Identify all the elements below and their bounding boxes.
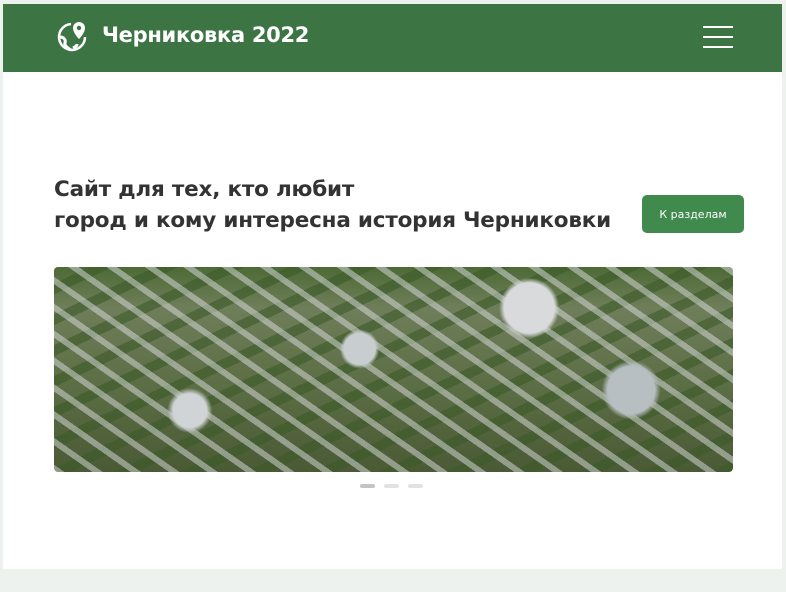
- hero-title-line-1: Сайт для тех, кто любит: [54, 177, 355, 202]
- hero-title: Сайт для тех, кто любит город и кому инт…: [54, 174, 611, 236]
- carousel-image[interactable]: [54, 267, 733, 472]
- page: Черниковка 2022 Сайт для тех, кто любит …: [3, 4, 782, 569]
- carousel-dot-3[interactable]: [408, 484, 423, 488]
- hero-title-line-2: город и кому интересна история Черниковк…: [54, 208, 612, 233]
- carousel-dots: [360, 484, 423, 488]
- carousel-dot-2[interactable]: [384, 484, 399, 488]
- site-title[interactable]: Черниковка 2022: [102, 23, 309, 47]
- hamburger-icon[interactable]: [703, 26, 733, 50]
- carousel-dot-1[interactable]: [360, 484, 375, 488]
- site-header: Черниковка 2022: [3, 4, 782, 72]
- globe-pin-icon[interactable]: [55, 20, 91, 56]
- sections-button[interactable]: К разделам: [642, 195, 744, 233]
